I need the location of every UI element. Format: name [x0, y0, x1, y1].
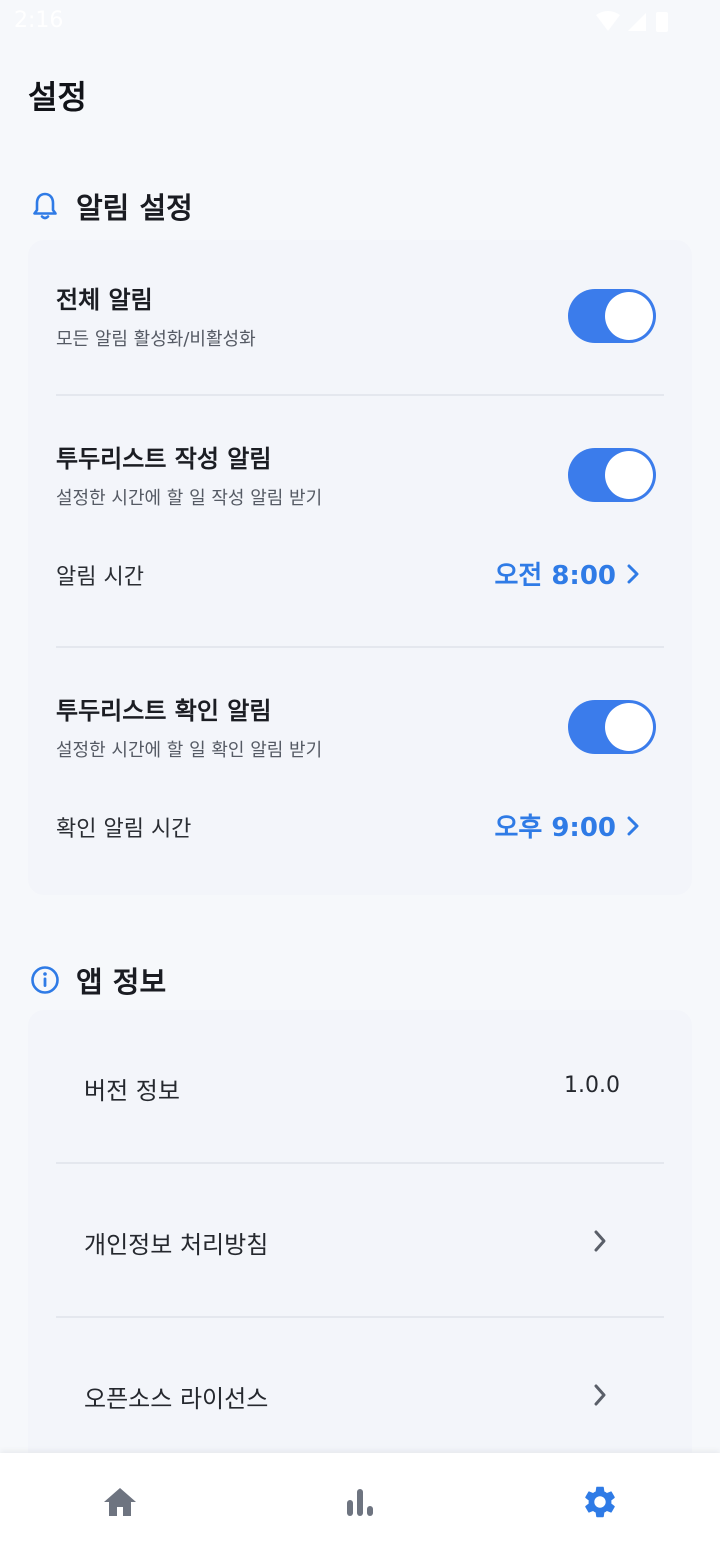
status-signal-icons: [596, 11, 668, 32]
status-bar: 2:16: [0, 0, 720, 44]
divider: [56, 646, 664, 648]
nav-settings-button[interactable]: [560, 1477, 640, 1527]
open-source-licenses-label: 오픈소스 라이선스: [84, 1385, 269, 1413]
version-value: 1.0.0: [564, 1073, 620, 1098]
cellular-icon: [628, 13, 646, 31]
all-notifications-toggle[interactable]: [568, 289, 656, 343]
app-info-section-header: 앱 정보: [30, 959, 166, 1001]
version-label: 버전 정보: [84, 1077, 180, 1105]
status-icons: [594, 9, 674, 39]
info-icon: [30, 965, 60, 995]
todo-write-title: 투두리스트 작성 알림: [56, 445, 272, 473]
chevron-right-icon: [592, 1229, 608, 1257]
wifi-icon: [596, 11, 620, 31]
app-info-section-title: 앱 정보: [76, 965, 167, 999]
toggle-knob: [605, 292, 653, 340]
todo-write-time-button[interactable]: 오전 8:00: [494, 555, 640, 592]
bottom-nav: [0, 1453, 720, 1555]
all-notifications-title: 전체 알림: [56, 286, 153, 314]
toggle-knob: [605, 703, 653, 751]
bar-chart-icon: [347, 1489, 373, 1516]
toggle-knob: [605, 451, 653, 499]
notifications-section-header: 알림 설정: [30, 185, 193, 227]
todo-check-time-button[interactable]: 오후 9:00: [494, 807, 640, 844]
divider: [56, 1162, 664, 1164]
chevron-right-icon: [626, 815, 640, 837]
all-notifications-subtitle: 모든 알림 활성화/비활성화: [56, 329, 256, 350]
battery-icon: [656, 12, 668, 32]
home-icon: [104, 1488, 136, 1516]
todo-check-time-label: 확인 알림 시간: [56, 817, 192, 842]
todo-write-toggle[interactable]: [568, 448, 656, 502]
nav-home-button[interactable]: [80, 1477, 160, 1527]
todo-check-toggle[interactable]: [568, 700, 656, 754]
bell-icon: [30, 191, 60, 221]
chevron-right-icon: [592, 1383, 608, 1411]
todo-write-time-label: 알림 시간: [56, 565, 144, 590]
nav-stats-button[interactable]: [320, 1477, 400, 1527]
chevron-right-icon: [626, 563, 640, 585]
todo-check-time-value: 오후 9:00: [494, 813, 616, 843]
privacy-policy-label: 개인정보 처리방침: [84, 1231, 269, 1259]
todo-check-subtitle: 설정한 시간에 할 일 확인 알림 받기: [56, 740, 323, 761]
divider: [56, 1316, 664, 1318]
status-time: 2:16: [14, 8, 64, 33]
todo-write-time-value: 오전 8:00: [494, 561, 616, 591]
todo-check-title: 투두리스트 확인 알림: [56, 697, 272, 725]
todo-write-subtitle: 설정한 시간에 할 일 작성 알림 받기: [56, 488, 323, 509]
page-title: 설정: [28, 78, 87, 116]
gear-icon: [585, 1486, 615, 1518]
notifications-section-title: 알림 설정: [76, 191, 193, 225]
divider: [56, 394, 664, 396]
